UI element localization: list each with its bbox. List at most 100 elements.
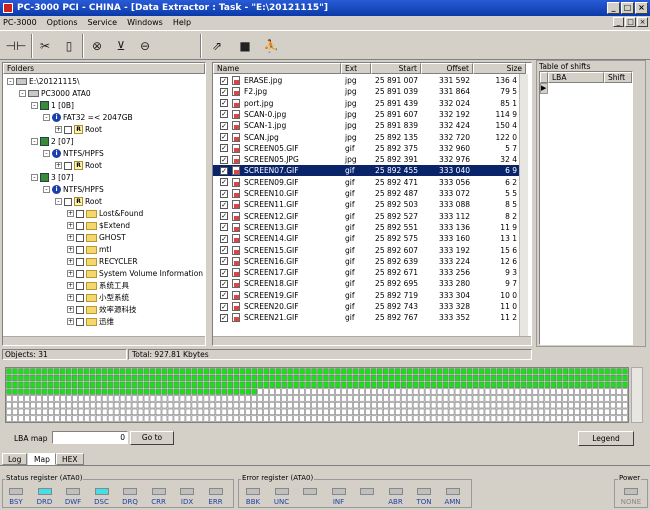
- file-checkbox[interactable]: ✓: [220, 189, 228, 198]
- menu-service[interactable]: Service: [88, 18, 118, 27]
- tree-checkbox[interactable]: [76, 209, 84, 218]
- tree-checkbox[interactable]: [76, 233, 84, 242]
- expand-icon[interactable]: +: [67, 282, 74, 289]
- file-row[interactable]: ✓ SCREEN07.GIF gif 25 892 455 333 040 6 9: [213, 165, 526, 177]
- tree-node[interactable]: - i FAT32 =< 2047GB: [43, 112, 133, 123]
- file-checkbox[interactable]: ✓: [220, 302, 228, 311]
- tree-checkbox[interactable]: [76, 281, 84, 290]
- expand-icon[interactable]: +: [67, 222, 74, 229]
- folders-hscrollbar[interactable]: [3, 336, 205, 345]
- files-hscrollbar[interactable]: [213, 336, 531, 345]
- collapse-icon[interactable]: -: [19, 90, 26, 97]
- mdi-close-button[interactable]: ×: [637, 17, 648, 27]
- menu-windows[interactable]: Windows: [127, 18, 163, 27]
- file-row[interactable]: ✓ SCREEN05.GIF gif 25 892 375 332 960 5 7: [213, 143, 526, 154]
- menu-pc3000[interactable]: PC-3000: [3, 18, 37, 27]
- export-icon[interactable]: ⊻: [110, 35, 132, 57]
- tab-map[interactable]: Map: [28, 453, 56, 465]
- expand-icon[interactable]: +: [67, 306, 74, 313]
- expand-icon[interactable]: +: [67, 258, 74, 265]
- tree-node[interactable]: + RECYCLER: [67, 256, 138, 267]
- expand-icon[interactable]: +: [55, 162, 62, 169]
- file-row[interactable]: ✓ SCREEN14.GIF gif 25 892 575 333 160 13 1: [213, 233, 526, 244]
- file-checkbox[interactable]: ✓: [220, 133, 228, 141]
- file-row[interactable]: ✓ SCREEN12.GIF gif 25 892 527 333 112 8 2: [213, 211, 526, 222]
- tree-node[interactable]: - E:\20121115\: [7, 76, 80, 87]
- tree-checkbox[interactable]: [76, 245, 84, 254]
- tree-checkbox[interactable]: [76, 221, 84, 230]
- tree-node[interactable]: - 1 [0B]: [31, 100, 74, 111]
- tab-hex[interactable]: HEX: [56, 453, 84, 465]
- expand-icon[interactable]: +: [67, 270, 74, 277]
- collapse-icon[interactable]: -: [7, 78, 14, 85]
- tree-checkbox[interactable]: [76, 305, 84, 314]
- file-checkbox[interactable]: ✓: [220, 212, 228, 221]
- tree-node[interactable]: - i NTFS/HPFS: [43, 148, 104, 159]
- file-row[interactable]: ✓ SCREEN15.GIF gif 25 892 607 333 192 15 6: [213, 245, 526, 256]
- exit-icon[interactable]: ⛹: [260, 35, 282, 57]
- tree-node[interactable]: + mtl: [67, 244, 111, 255]
- expand-icon[interactable]: +: [67, 246, 74, 253]
- col-size[interactable]: Size: [473, 63, 526, 74]
- collapse-icon[interactable]: -: [55, 198, 62, 205]
- legend-button[interactable]: Legend: [578, 431, 634, 446]
- tree-node[interactable]: - 3 [07]: [31, 172, 74, 183]
- collapse-icon[interactable]: -: [43, 114, 50, 121]
- tree-checkbox[interactable]: [64, 197, 72, 206]
- file-row[interactable]: ✓ ERASE.jpg jpg 25 891 007 331 592 136 4: [213, 75, 526, 86]
- tree-checkbox[interactable]: [76, 257, 84, 266]
- file-checkbox[interactable]: ✓: [220, 99, 228, 108]
- file-checkbox[interactable]: ✓: [220, 76, 228, 85]
- file-row[interactable]: ✓ SCREEN05.JPG jpg 25 892 391 332 976 32 4: [213, 154, 526, 165]
- tree-node[interactable]: + 迅维: [67, 316, 114, 327]
- file-row[interactable]: ✓ SCAN-1.jpg jpg 25 891 839 332 424 150 4: [213, 120, 526, 131]
- collapse-icon[interactable]: -: [43, 186, 50, 193]
- connect-icon[interactable]: ⊣⊢: [5, 35, 27, 57]
- file-row[interactable]: ✓ F2.jpg jpg 25 891 039 331 864 79 5: [213, 86, 526, 97]
- map-vscrollbar[interactable]: [631, 367, 643, 423]
- tree-node[interactable]: - PC3000 ATA0: [19, 88, 91, 99]
- col-start[interactable]: Start: [371, 63, 421, 74]
- tree-node[interactable]: + R Root: [55, 124, 102, 135]
- tree-node[interactable]: + System Volume Information: [67, 268, 203, 279]
- file-checkbox[interactable]: ✓: [220, 200, 228, 209]
- mdi-restore-button[interactable]: □: [625, 17, 636, 27]
- tree-checkbox[interactable]: [64, 125, 72, 134]
- col-name[interactable]: Name: [213, 63, 341, 74]
- tree-checkbox[interactable]: [76, 317, 84, 326]
- collapse-icon[interactable]: -: [31, 102, 38, 109]
- file-checkbox[interactable]: ✓: [220, 291, 228, 300]
- expand-icon[interactable]: +: [67, 210, 74, 217]
- expand-icon[interactable]: +: [67, 294, 74, 301]
- mdi-minimize-button[interactable]: _: [613, 17, 624, 27]
- collapse-icon[interactable]: -: [31, 138, 38, 145]
- binoculars-icon[interactable]: ⊗: [86, 35, 108, 57]
- file-checkbox[interactable]: ✓: [220, 257, 228, 266]
- file-checkbox[interactable]: ✓: [220, 178, 228, 187]
- menu-help[interactable]: Help: [173, 18, 191, 27]
- tree-checkbox[interactable]: [64, 161, 72, 170]
- file-checkbox[interactable]: ✓: [220, 155, 228, 164]
- collapse-icon[interactable]: -: [31, 174, 38, 181]
- menu-options[interactable]: Options: [47, 18, 78, 27]
- collapse-icon[interactable]: -: [43, 150, 50, 157]
- tree-node[interactable]: + R Root: [55, 160, 102, 171]
- tree-checkbox[interactable]: [76, 269, 84, 278]
- file-row[interactable]: ✓ SCAN.jpg jpg 25 892 135 332 720 122 0: [213, 132, 526, 143]
- col-shift[interactable]: Shift: [604, 72, 632, 83]
- sector-map[interactable]: [5, 367, 629, 423]
- tree-node[interactable]: - i NTFS/HPFS: [43, 184, 104, 195]
- tree-node[interactable]: - R Root: [55, 196, 102, 207]
- file-row[interactable]: ✓ SCREEN11.GIF gif 25 892 503 333 088 8 5: [213, 199, 526, 210]
- file-checkbox[interactable]: ✓: [220, 246, 228, 254]
- file-row[interactable]: ✓ SCREEN17.GIF gif 25 892 671 333 256 9 3: [213, 267, 526, 278]
- col-ext[interactable]: Ext: [341, 63, 371, 74]
- close-button[interactable]: ×: [635, 2, 648, 14]
- scroll-icon[interactable]: ▯: [58, 35, 80, 57]
- col-offset[interactable]: Offset: [421, 63, 473, 74]
- expand-icon[interactable]: +: [55, 126, 62, 133]
- file-checkbox[interactable]: ✓: [220, 110, 228, 119]
- file-row[interactable]: ✓ SCAN-0.jpg jpg 25 891 607 332 192 114 9: [213, 109, 526, 120]
- tree-node[interactable]: + Lost&Found: [67, 208, 143, 219]
- files-vscrollbar[interactable]: [519, 74, 528, 336]
